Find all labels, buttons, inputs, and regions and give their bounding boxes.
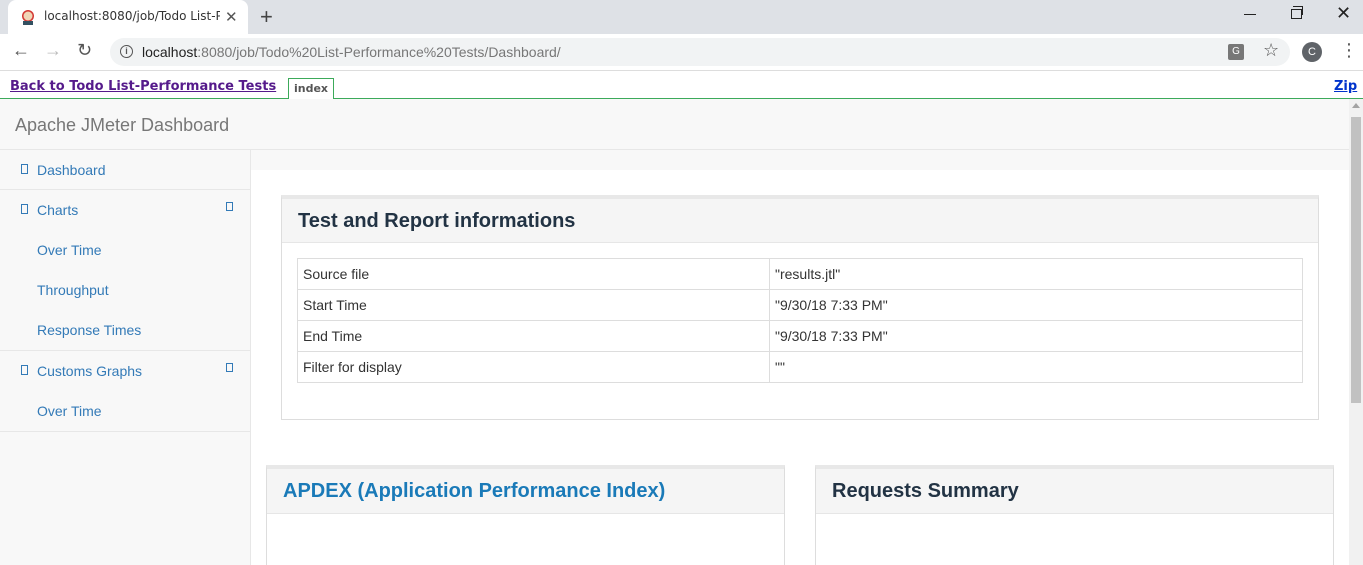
table-row: End Time "9/30/18 7:33 PM": [297, 320, 1303, 352]
sidebar-subitem-response-times[interactable]: Response Times: [37, 322, 141, 338]
zip-link[interactable]: Zip: [1334, 79, 1357, 94]
row-key: End Time: [297, 320, 770, 352]
sidebar-subitem-over-time[interactable]: Over Time: [37, 242, 102, 258]
row-value: "9/30/18 7:33 PM": [769, 320, 1303, 352]
requests-summary-title: Requests Summary: [832, 480, 1019, 502]
scroll-up-arrow-icon[interactable]: [1352, 103, 1360, 108]
row-value: "results.jtl": [769, 258, 1303, 290]
url-text[interactable]: localhost:8080/job/Todo%20List-Performan…: [142, 44, 561, 60]
sidebar-subitem-custom-over-time[interactable]: Over Time: [37, 403, 102, 419]
charts-icon: [21, 204, 28, 214]
sidebar-item-label: Dashboard: [37, 162, 106, 178]
tab-close-icon[interactable]: ✕: [225, 8, 238, 26]
scrollbar-thumb[interactable]: [1351, 117, 1361, 403]
address-bar[interactable]: i localhost:8080/job/Todo%20List-Perform…: [110, 38, 1290, 66]
sidebar-item-customs-graphs[interactable]: Customs Graphs: [0, 351, 250, 391]
row-key: Source file: [297, 258, 770, 290]
expand-icon[interactable]: [226, 202, 233, 211]
browser-tab[interactable]: localhost:8080/job/Todo List-Perf ✕: [8, 0, 248, 34]
site-info-icon[interactable]: i: [120, 45, 133, 58]
jenkins-header: Back to Todo List-Performance Tests inde…: [0, 71, 1363, 100]
minimize-icon[interactable]: [1244, 14, 1256, 15]
customs-graphs-icon: [21, 365, 28, 375]
tab-strip: localhost:8080/job/Todo List-Perf ✕ + ✕: [0, 0, 1363, 34]
panel-heading: Requests Summary: [816, 469, 1333, 514]
panel-heading: Test and Report informations: [282, 199, 1318, 243]
browser-menu-icon[interactable]: ⋮: [1340, 40, 1358, 61]
profile-avatar[interactable]: C: [1302, 42, 1322, 62]
vertical-scrollbar[interactable]: [1349, 99, 1363, 565]
sidebar-item-label: Charts: [37, 202, 79, 218]
sidebar-item-charts[interactable]: Charts: [0, 190, 250, 230]
tab-title: localhost:8080/job/Todo List-Perf: [44, 9, 220, 23]
dashboard-brand[interactable]: Apache JMeter Dashboard: [15, 115, 229, 136]
row-value: "9/30/18 7:33 PM": [769, 289, 1303, 321]
jenkins-favicon-icon: [22, 10, 34, 25]
index-tab[interactable]: index: [288, 78, 335, 100]
panel-heading: APDEX (Application Performance Index): [267, 469, 784, 514]
sidebar-item-label: Customs Graphs: [37, 363, 143, 379]
row-key: Filter for display: [297, 351, 770, 383]
expand-icon[interactable]: [226, 363, 233, 372]
row-value: "": [769, 351, 1303, 383]
apdex-panel: APDEX (Application Performance Index): [266, 465, 785, 565]
window-close-icon[interactable]: ✕: [1336, 3, 1351, 24]
table-row: Source file "results.jtl": [297, 258, 1303, 290]
back-to-project-link[interactable]: Back to Todo List-Performance Tests: [10, 79, 276, 94]
sidebar-item-dashboard[interactable]: Dashboard: [0, 150, 250, 190]
browser-toolbar: ← → ↻ i localhost:8080/job/Todo%20List-P…: [0, 34, 1363, 71]
test-info-panel: Test and Report informations Source file…: [281, 195, 1319, 420]
dashboard-icon: [21, 164, 28, 174]
main-content: Test and Report informations Source file…: [251, 170, 1349, 565]
apdex-title-link[interactable]: APDEX (Application Performance Index): [283, 480, 665, 503]
translate-icon[interactable]: G: [1228, 44, 1244, 60]
requests-summary-panel: Requests Summary: [815, 465, 1334, 565]
table-row: Start Time "9/30/18 7:33 PM": [297, 289, 1303, 321]
panel-title: Test and Report informations: [298, 210, 576, 232]
restore-icon[interactable]: [1291, 6, 1303, 19]
row-key: Start Time: [297, 289, 770, 321]
table-row: Filter for display "": [297, 351, 1303, 383]
navbar: Apache JMeter Dashboard: [0, 99, 1349, 150]
divider: [0, 431, 250, 432]
dashboard-page: Apache JMeter Dashboard Dashboard Charts…: [0, 99, 1349, 565]
bookmark-star-icon[interactable]: ☆: [1263, 40, 1279, 61]
sidebar: Dashboard Charts Over Time Throughput Re…: [0, 150, 251, 565]
forward-arrow-icon[interactable]: →: [44, 40, 62, 61]
new-tab-button[interactable]: +: [260, 4, 273, 30]
sidebar-subitem-throughput[interactable]: Throughput: [37, 282, 109, 298]
back-arrow-icon[interactable]: ←: [12, 40, 30, 61]
test-info-table: Source file "results.jtl" Start Time "9/…: [297, 258, 1303, 383]
reload-icon[interactable]: ↻: [77, 40, 92, 61]
